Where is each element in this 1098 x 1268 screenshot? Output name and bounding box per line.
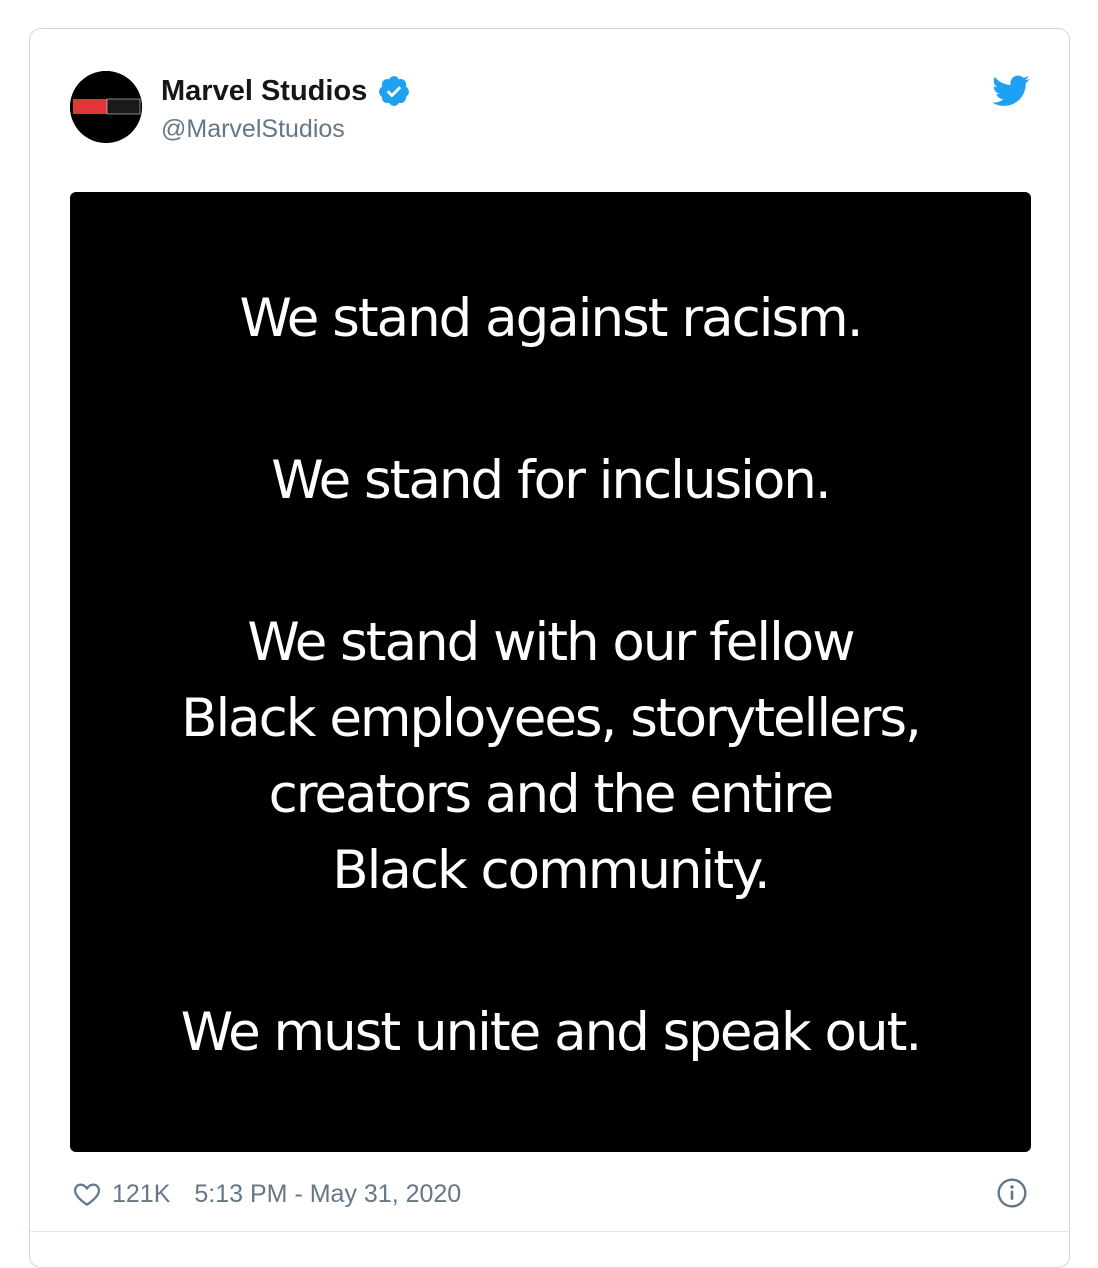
statement-line: Black employees, storytellers, [181,688,922,749]
statement-paragraph: We stand for inclusion. [271,443,831,519]
display-name[interactable]: Marvel Studios [161,73,367,109]
marvel-studios-logo [70,71,142,143]
tweet-timestamp[interactable]: 5:13 PM - May 31, 2020 [194,1180,461,1209]
statement-paragraph: We must unite and speak out. [180,995,922,1071]
statement-line: We must unite and speak out. [180,1002,922,1063]
statement-line: Black community. [332,840,770,901]
statement-line: We stand against racism. [239,288,863,349]
twitter-bird-icon[interactable] [992,75,1030,107]
statement-line: creators and the entire [268,764,835,825]
statement-paragraph: We stand with our fellow Black employees… [181,605,922,909]
statement-paragraph: We stand against racism. [239,281,863,357]
footer-divider [30,1231,1069,1232]
tweet-footer: 121K 5:13 PM - May 31, 2020 [72,1177,461,1211]
tweet-card: Marvel Studios @MarvelStudios We stand a… [29,28,1070,1268]
info-icon[interactable] [996,1177,1028,1209]
avatar[interactable] [70,71,142,143]
statement-line: We stand for inclusion. [271,450,831,511]
heart-icon[interactable] [72,1179,102,1209]
tweet-image[interactable]: We stand against racism. We stand for in… [70,192,1031,1152]
author-name-row: Marvel Studios [161,73,411,109]
author-handle[interactable]: @MarvelStudios [161,113,345,145]
like-count[interactable]: 121K [112,1180,170,1209]
statement-line: We stand with our fellow [247,612,855,673]
verified-badge-icon [377,74,411,108]
